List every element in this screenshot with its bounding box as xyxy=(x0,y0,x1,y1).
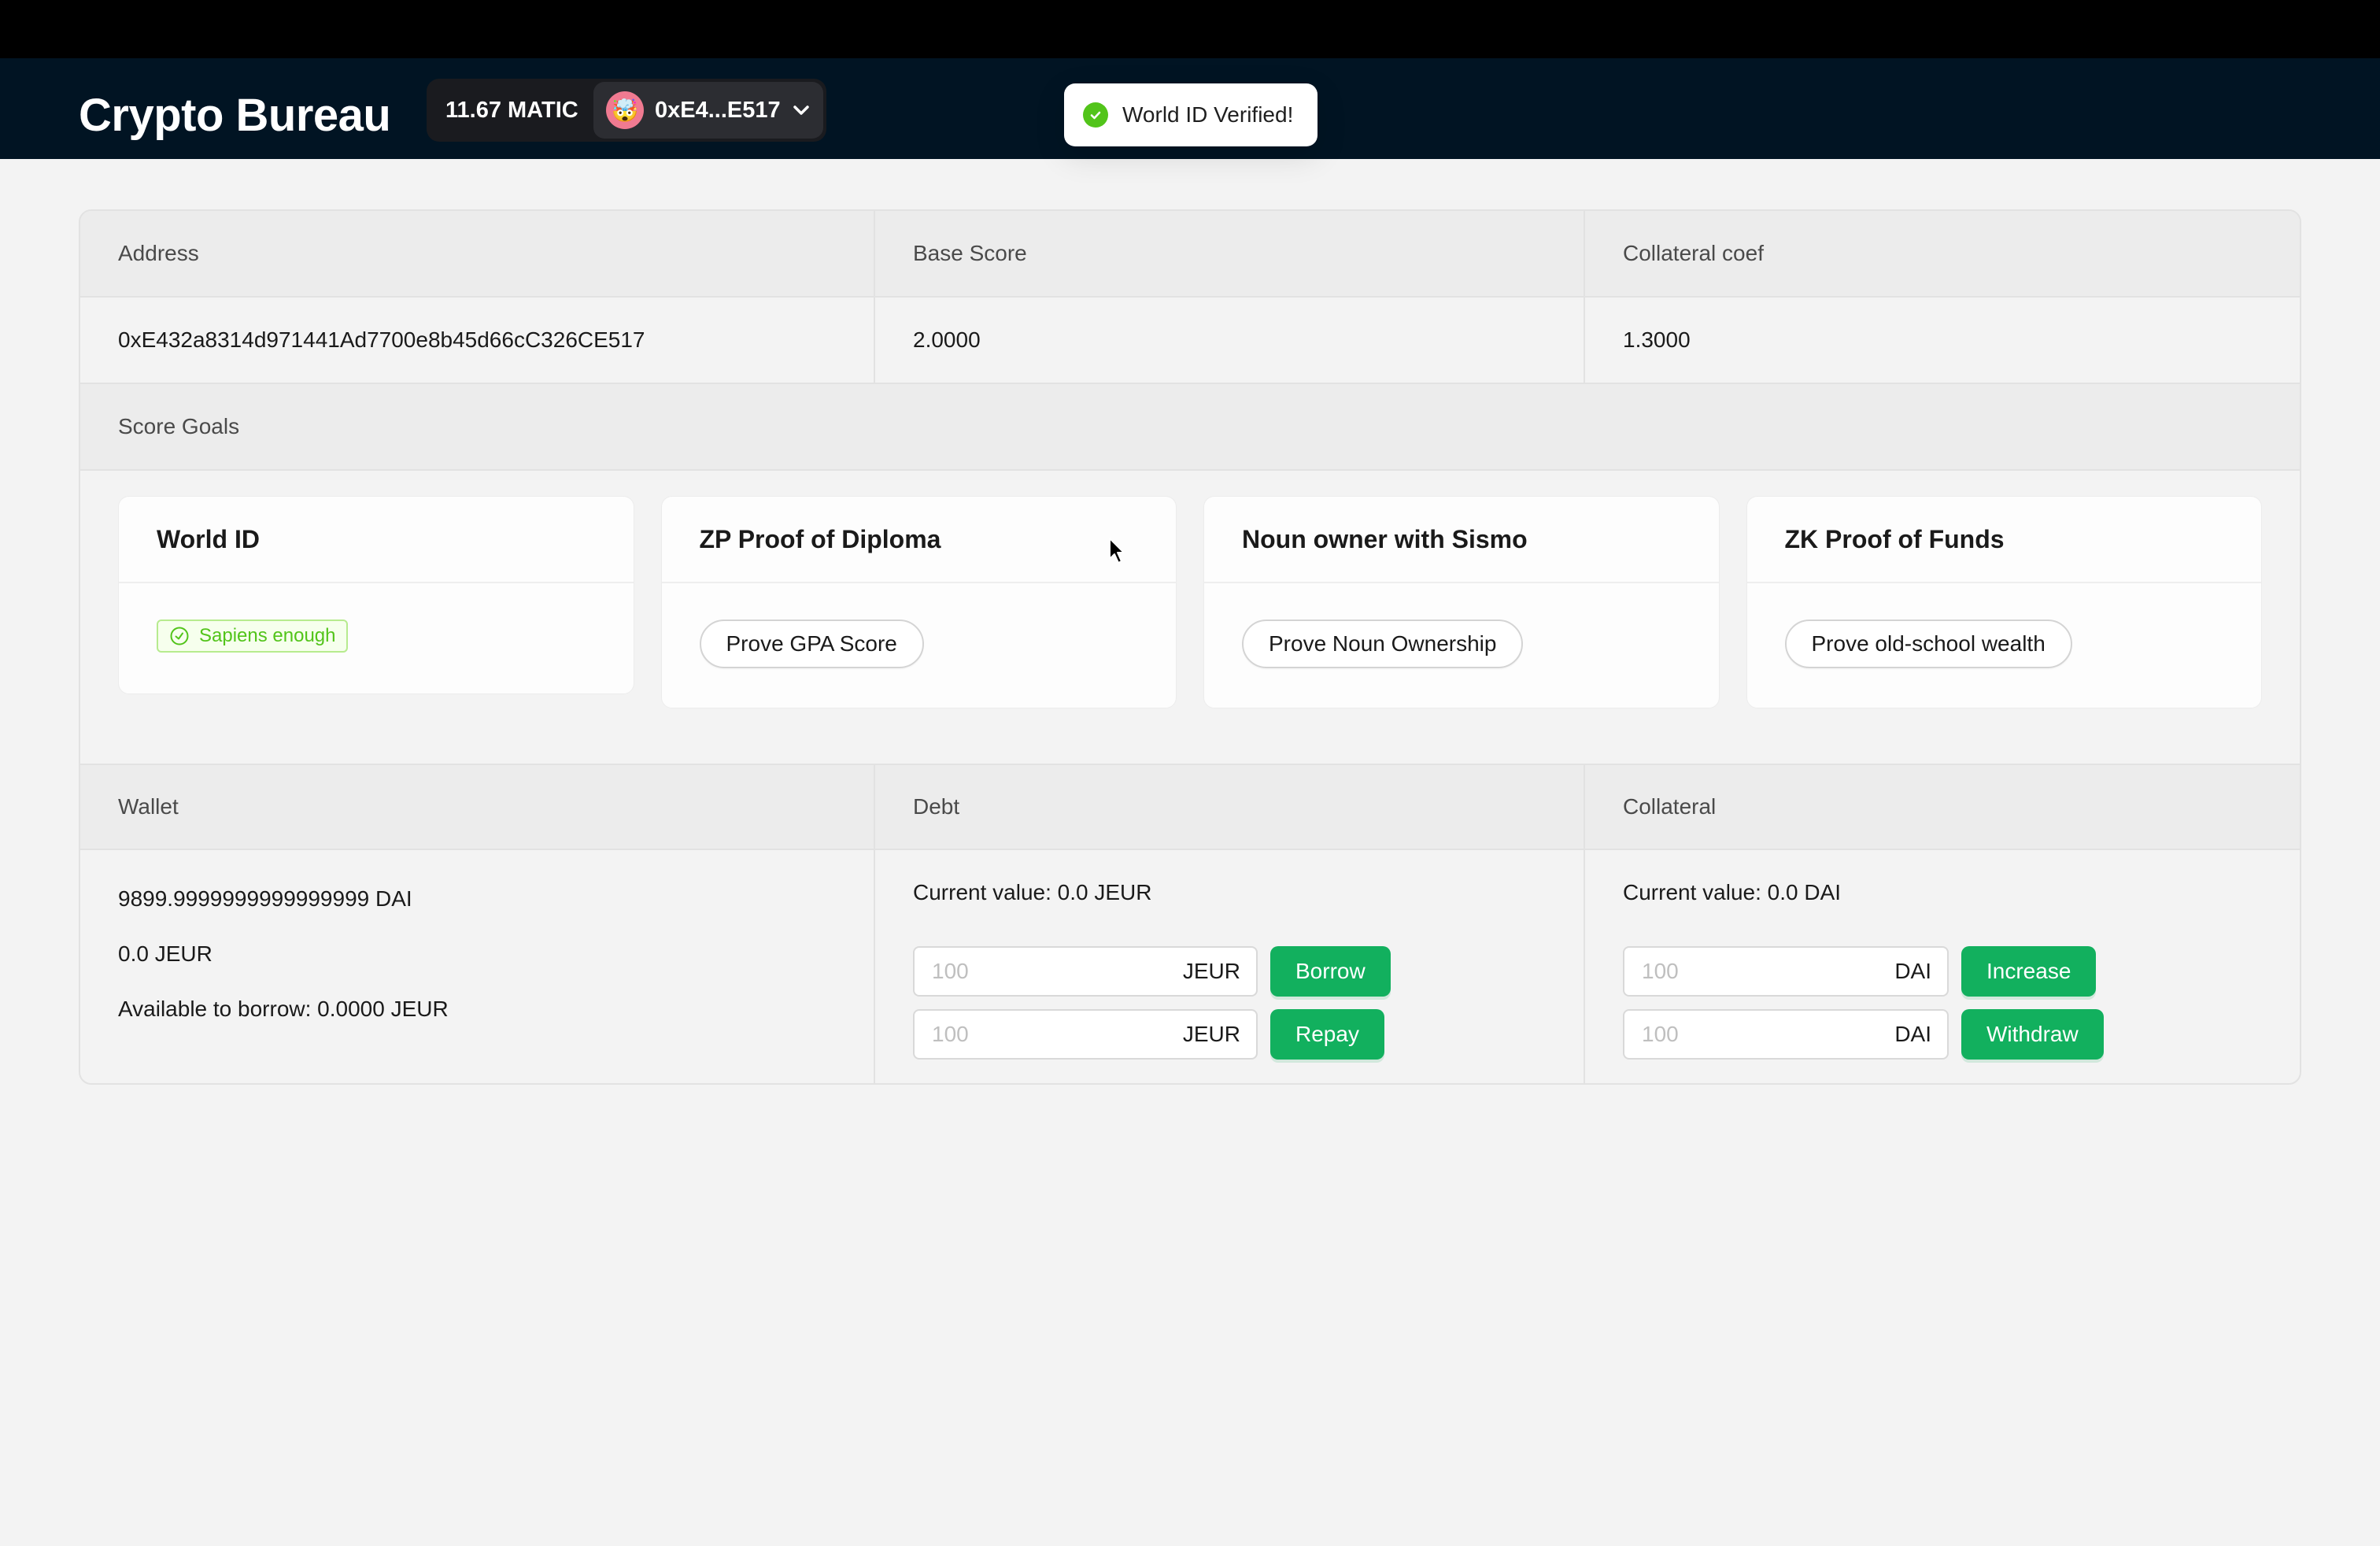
dai-balance: 9899.9999999999999999 DAI xyxy=(118,886,412,911)
repay-amount-input[interactable] xyxy=(915,1011,1216,1058)
main-panel: Address Base Score Collateral coef 0xE43… xyxy=(79,209,2301,1085)
withdraw-amount-input[interactable] xyxy=(1624,1011,1926,1058)
avatar-icon: 🤯 xyxy=(606,91,644,129)
mouse-cursor-icon xyxy=(1109,538,1125,564)
currency-suffix: DAI xyxy=(1894,1022,1931,1046)
wallet-cell: 9899.9999999999999999 DAI 0.0 JEUR Avail… xyxy=(80,850,875,1083)
header-wallet: Wallet xyxy=(80,765,875,849)
collateral-current-value: Current value: 0.0 DAI xyxy=(1623,880,1842,904)
collateral-cell: Current value: 0.0 DAI DAI Increase DAI … xyxy=(1585,850,2300,1083)
jeur-balance: 0.0 JEUR xyxy=(118,941,213,966)
increase-button[interactable]: Increase xyxy=(1961,946,2097,997)
increase-amount-field[interactable]: DAI xyxy=(1623,946,1949,997)
score-goals-header: Score Goals xyxy=(80,384,2300,471)
increase-row: DAI Increase xyxy=(1623,946,2097,997)
score-goals-cards: World ID Sapiens enough ZP Proof of Dipl… xyxy=(80,471,2300,708)
goal-card-title: World ID xyxy=(119,497,634,583)
borrow-amount-input[interactable] xyxy=(915,948,1216,995)
repay-row: JEUR Repay xyxy=(913,1009,1384,1060)
status-tag-label: Sapiens enough xyxy=(199,625,336,646)
chevron-down-icon xyxy=(793,105,809,115)
prove-gpa-button[interactable]: Prove GPA Score xyxy=(699,620,924,668)
debt-current-value: Current value: 0.0 JEUR xyxy=(913,880,1152,904)
summary-header-row: Address Base Score Collateral coef xyxy=(80,211,2300,298)
wallet-connect-widget: 11.67 MATIC 🤯 0xE4...E517 xyxy=(427,79,826,142)
available-to-borrow: Available to borrow: 0.0000 JEUR xyxy=(118,997,449,1021)
collateral-coef-value: 1.3000 xyxy=(1623,327,1691,352)
check-circle-icon xyxy=(1083,102,1108,128)
header-address: Address xyxy=(80,211,875,296)
verified-status-tag: Sapiens enough xyxy=(157,620,349,653)
currency-suffix: DAI xyxy=(1894,959,1931,983)
borrow-amount-field[interactable]: JEUR xyxy=(913,946,1258,997)
currency-suffix: JEUR xyxy=(1182,959,1240,983)
header-debt: Debt xyxy=(875,765,1585,849)
prove-wealth-button[interactable]: Prove old-school wealth xyxy=(1784,620,2072,668)
toast-notification: World ID Verified! xyxy=(1064,83,1318,146)
withdraw-amount-field[interactable]: DAI xyxy=(1623,1009,1949,1060)
score-goals-title: Score Goals xyxy=(118,414,240,438)
account-address: 0xE4...E517 xyxy=(655,97,781,123)
repay-button[interactable]: Repay xyxy=(1270,1009,1384,1060)
goal-card-diploma: ZP Proof of Diploma Prove GPA Score xyxy=(660,496,1177,708)
app-title: Crypto Bureau xyxy=(79,90,391,141)
toast-message: World ID Verified! xyxy=(1122,102,1294,127)
check-circle-icon xyxy=(170,627,189,645)
base-score-value: 2.0000 xyxy=(875,298,1585,383)
goal-card-funds: ZK Proof of Funds Prove old-school wealt… xyxy=(1746,496,2262,708)
goal-card-title: ZK Proof of Funds xyxy=(1746,497,2261,583)
summary-value-row: 0xE432a8314d971441Ad7700e8b45d66cC326CE5… xyxy=(80,298,2300,384)
positions-header-row: Wallet Debt Collateral xyxy=(80,764,2300,850)
account-button[interactable]: 🤯 0xE4...E517 xyxy=(593,82,823,139)
goal-card-world-id: World ID Sapiens enough xyxy=(118,496,634,694)
borrow-button[interactable]: Borrow xyxy=(1270,946,1391,997)
withdraw-button[interactable]: Withdraw xyxy=(1961,1009,2104,1060)
withdraw-row: DAI Withdraw xyxy=(1623,1009,2104,1060)
increase-amount-input[interactable] xyxy=(1624,948,1926,995)
repay-amount-field[interactable]: JEUR xyxy=(913,1009,1258,1060)
debt-cell: Current value: 0.0 JEUR JEUR Borrow JEUR… xyxy=(875,850,1585,1083)
matic-balance[interactable]: 11.67 MATIC xyxy=(427,98,593,124)
header-collateral-coef: Collateral coef xyxy=(1623,241,1764,265)
address-value: 0xE432a8314d971441Ad7700e8b45d66cC326CE5… xyxy=(80,298,875,383)
currency-suffix: JEUR xyxy=(1182,1022,1240,1046)
prove-noun-button[interactable]: Prove Noun Ownership xyxy=(1242,620,1524,668)
borrow-row: JEUR Borrow xyxy=(913,946,1391,997)
goal-card-title: Noun owner with Sismo xyxy=(1204,497,1719,583)
top-bar xyxy=(0,0,2380,58)
header-collateral: Collateral xyxy=(1623,794,1717,819)
goal-card-title: ZP Proof of Diploma xyxy=(661,497,1176,583)
goal-card-noun: Noun owner with Sismo Prove Noun Ownersh… xyxy=(1203,496,1720,708)
header-base-score: Base Score xyxy=(875,211,1585,296)
positions-body-row: 9899.9999999999999999 DAI 0.0 JEUR Avail… xyxy=(80,850,2300,1083)
